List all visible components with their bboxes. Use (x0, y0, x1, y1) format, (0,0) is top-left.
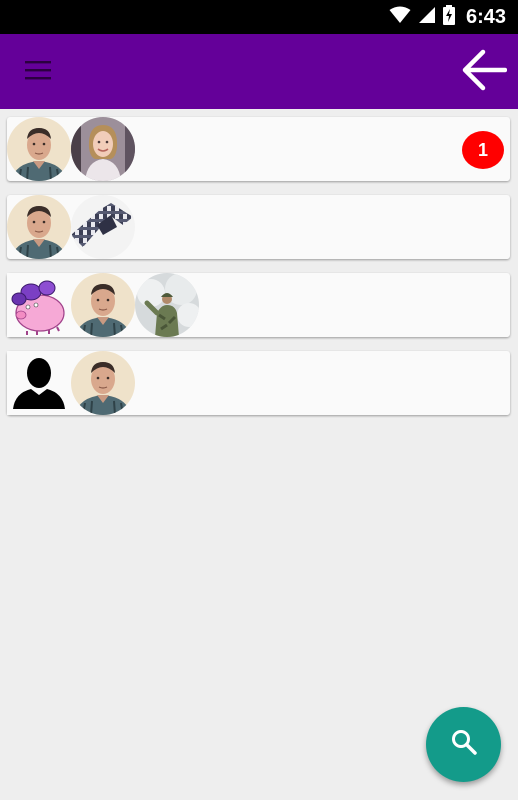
search-fab-button[interactable] (426, 707, 501, 782)
soldier-avatar (135, 273, 199, 337)
signal-icon (418, 6, 436, 29)
hamburger-menu-icon (25, 60, 51, 85)
wifi-icon (389, 6, 411, 29)
tie-avatar (71, 195, 135, 259)
conversation-item[interactable] (7, 351, 510, 415)
default-user-silhouette-avatar (7, 351, 71, 415)
status-bar: 6:43 (0, 0, 518, 34)
man-avatar (7, 195, 71, 259)
battery-charging-icon (442, 4, 455, 30)
conversation-item[interactable] (7, 195, 510, 259)
man-avatar (7, 117, 71, 181)
search-icon (450, 728, 478, 761)
arrow-left-icon (461, 49, 508, 96)
woman-avatar (71, 117, 135, 181)
man-avatar (71, 273, 135, 337)
status-time: 6:43 (465, 5, 506, 28)
conversation-list: 1 (7, 117, 510, 429)
conversation-item[interactable]: 1 (7, 117, 510, 181)
status-icons: 6:43 (389, 0, 506, 34)
man-avatar (71, 351, 135, 415)
unread-badge: 1 (462, 131, 504, 169)
pink-pig-sticker-avatar (7, 273, 71, 337)
app-toolbar (0, 34, 518, 109)
back-button[interactable] (460, 48, 508, 96)
conversation-item[interactable] (7, 273, 510, 337)
menu-button[interactable] (18, 54, 58, 90)
